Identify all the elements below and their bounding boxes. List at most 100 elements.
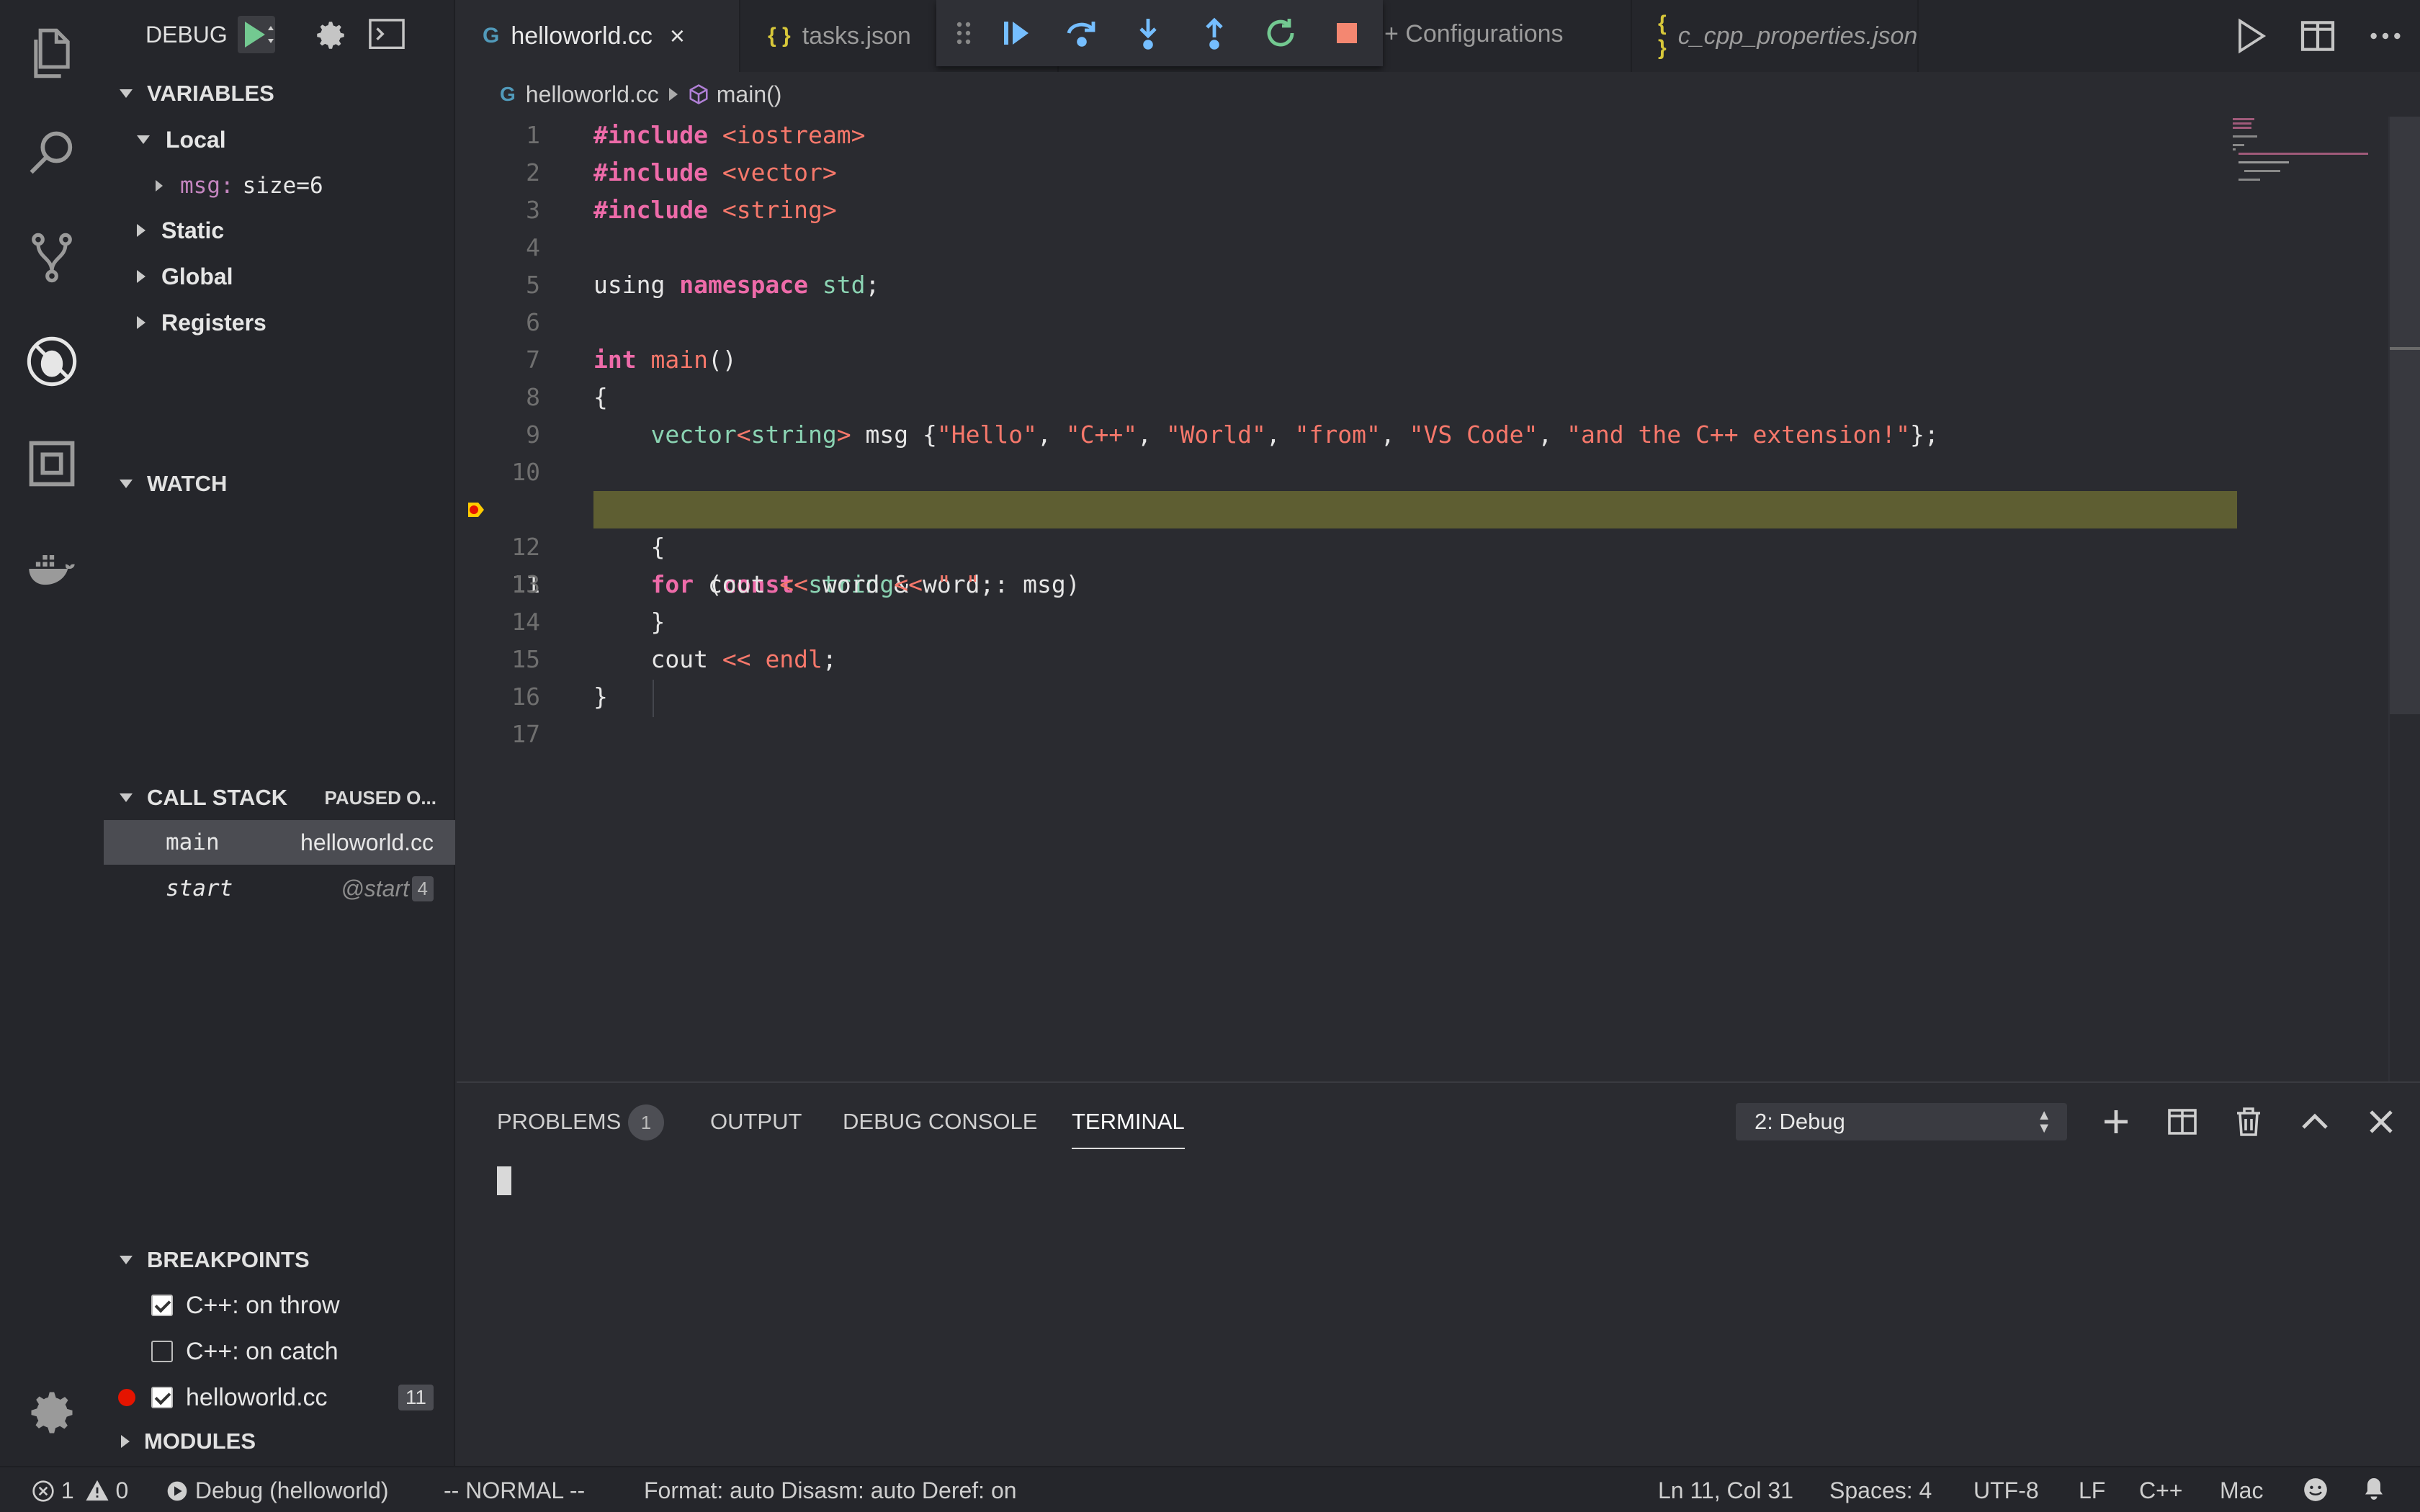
breakpoint-item[interactable]: helloworld.cc 11 <box>104 1375 455 1420</box>
call-stack-frame-main[interactable]: main helloworld.cc <box>104 820 455 865</box>
docker-icon[interactable] <box>20 537 84 600</box>
breakpoint-dot-icon <box>118 1389 135 1406</box>
play-circle-icon <box>167 1481 187 1501</box>
collapse-chevron-icon <box>120 480 133 488</box>
line-number: 14 <box>511 608 540 636</box>
problems-count-badge: 1 <box>628 1104 664 1140</box>
debug-sidebar: DEBUG VARIABLES Local msg: size=6 Static… <box>104 0 455 1466</box>
collapse-chevron-icon <box>120 1256 133 1264</box>
explorer-icon[interactable] <box>20 22 84 85</box>
tab-debug-console[interactable]: DEBUG CONSOLE <box>843 1109 1037 1135</box>
line-number: 16 <box>511 683 540 711</box>
debug-target-indicator[interactable]: Debug (helloworld) <box>166 1477 388 1504</box>
chevron-right-icon <box>668 88 678 101</box>
debug-console-icon[interactable] <box>369 19 405 50</box>
debug-format-settings[interactable]: Format: auto Disasm: auto Deref: on <box>644 1477 1017 1504</box>
minimap[interactable] <box>2233 117 2377 203</box>
platform[interactable]: Mac <box>2220 1477 2263 1504</box>
call-stack-section-header[interactable]: CALL STACK PAUSED O... <box>104 778 455 818</box>
line-number: 1 <box>526 121 540 149</box>
variables-section-header[interactable]: VARIABLES <box>104 73 455 114</box>
breakpoint-checkbox[interactable] <box>151 1341 173 1362</box>
settings-gear-icon[interactable] <box>313 17 349 53</box>
status-bar: 1 0 Debug (helloworld) -- NORMAL -- Form… <box>0 1466 2420 1512</box>
start-debugging-button[interactable] <box>238 16 275 53</box>
watch-section-header[interactable]: WATCH <box>104 464 455 504</box>
collapse-chevron-icon <box>120 793 133 802</box>
continue-icon[interactable] <box>998 16 1033 50</box>
breakpoint-checkbox[interactable] <box>151 1387 173 1408</box>
manage-gear-icon[interactable] <box>20 1381 84 1444</box>
variables-registers-scope[interactable]: Registers <box>104 300 455 345</box>
stop-icon[interactable] <box>1330 16 1364 50</box>
terminal-select[interactable]: 2: Debug ▲ ▼ <box>1736 1103 2067 1140</box>
variables-global-scope[interactable]: Global <box>104 254 455 299</box>
select-arrows-icon: ▲ ▼ <box>2037 1107 2051 1136</box>
split-terminal-icon[interactable] <box>2165 1104 2200 1139</box>
step-over-icon[interactable] <box>1065 16 1099 50</box>
line-ending[interactable]: LF <box>2079 1477 2105 1504</box>
tab-problems[interactable]: PROBLEMS <box>497 1109 621 1135</box>
run-icon[interactable] <box>2230 16 2270 56</box>
modules-section-header[interactable]: MODULES <box>104 1421 455 1462</box>
activity-bar <box>0 0 104 1466</box>
tab-c-cpp-properties[interactable]: { } c_cpp_properties.json <box>1631 0 1919 72</box>
editor-scrollbar[interactable] <box>2388 117 2420 1081</box>
breakpoint-item[interactable]: C++: on catch <box>104 1329 455 1374</box>
breakpoint-item[interactable]: C++: on throw <box>104 1283 455 1328</box>
code-editor[interactable]: 1 #include <iostream> 2 #include <vector> … <box>457 117 2420 1081</box>
step-into-icon[interactable] <box>1131 16 1165 50</box>
expand-chevron-icon <box>137 270 145 283</box>
breadcrumb-symbol[interactable]: main() <box>717 81 782 108</box>
new-terminal-icon[interactable] <box>2099 1104 2133 1139</box>
tab-helloworld-cc[interactable]: G helloworld.cc × <box>457 0 740 72</box>
cursor-position[interactable]: Ln 11, Col 31 <box>1658 1477 1793 1504</box>
debug-toolbar <box>936 0 1383 66</box>
error-icon <box>32 1480 54 1502</box>
line-number: 17 <box>511 720 540 748</box>
step-out-icon[interactable] <box>1197 16 1232 50</box>
expand-chevron-icon <box>137 224 145 237</box>
tab-output[interactable]: OUTPUT <box>710 1109 802 1135</box>
split-editor-icon[interactable] <box>2298 16 2338 56</box>
breadcrumb-file[interactable]: helloworld.cc <box>526 81 659 108</box>
source-control-icon[interactable] <box>20 226 84 289</box>
errors-warnings-indicator[interactable]: 1 0 <box>32 1477 128 1504</box>
encoding[interactable]: UTF-8 <box>1973 1477 2039 1504</box>
feedback-smiley-icon[interactable] <box>2302 1476 2329 1509</box>
search-icon[interactable] <box>20 122 84 186</box>
language-mode[interactable]: C++ <box>2139 1477 2182 1504</box>
restart-icon[interactable] <box>1263 16 1298 50</box>
call-stack-frame-start[interactable]: start @start 4 <box>104 866 455 911</box>
indentation[interactable]: Spaces: 4 <box>1829 1477 1932 1504</box>
breakpoints-section-header[interactable]: BREAKPOINTS <box>104 1240 455 1280</box>
breakpoint-checkbox[interactable] <box>151 1295 173 1316</box>
variables-local-scope[interactable]: Local <box>104 117 455 162</box>
call-stack-status: PAUSED O... <box>324 786 436 809</box>
maximize-panel-chevron-up-icon[interactable] <box>2298 1104 2332 1139</box>
bottom-panel: PROBLEMS 1 OUTPUT DEBUG CONSOLE TERMINAL… <box>457 1081 2420 1466</box>
line-number: 2 <box>526 158 540 186</box>
breadcrumb: G helloworld.cc main() <box>457 72 2420 117</box>
close-icon[interactable]: × <box>670 21 685 51</box>
line-number: 15 <box>511 645 540 673</box>
close-panel-icon[interactable] <box>2364 1104 2398 1139</box>
terminal-cursor[interactable] <box>497 1166 511 1195</box>
tab-terminal[interactable]: TERMINAL <box>1072 1109 1185 1149</box>
extensions-icon[interactable] <box>20 432 84 495</box>
configurations-tab[interactable]: + Configurations <box>1384 20 1564 48</box>
frame-line-badge: 4 <box>411 876 434 901</box>
debug-icon[interactable] <box>20 330 84 393</box>
scrollbar-thumb[interactable] <box>2390 117 2420 714</box>
breakpoint-current-icon[interactable] <box>467 501 485 518</box>
line-number: 6 <box>526 308 540 336</box>
kill-terminal-trash-icon[interactable] <box>2231 1104 2266 1139</box>
variables-static-scope[interactable]: Static <box>104 208 455 253</box>
variable-msg[interactable]: msg: size=6 <box>104 163 455 208</box>
notifications-bell-icon[interactable] <box>2361 1476 2387 1508</box>
drag-handle-icon[interactable] <box>955 20 972 46</box>
breakpoint-line-badge: 11 <box>398 1385 434 1410</box>
json-file-icon: { } <box>768 24 791 48</box>
cpp-file-icon: G <box>500 83 516 105</box>
more-actions-icon[interactable] <box>2365 16 2406 56</box>
